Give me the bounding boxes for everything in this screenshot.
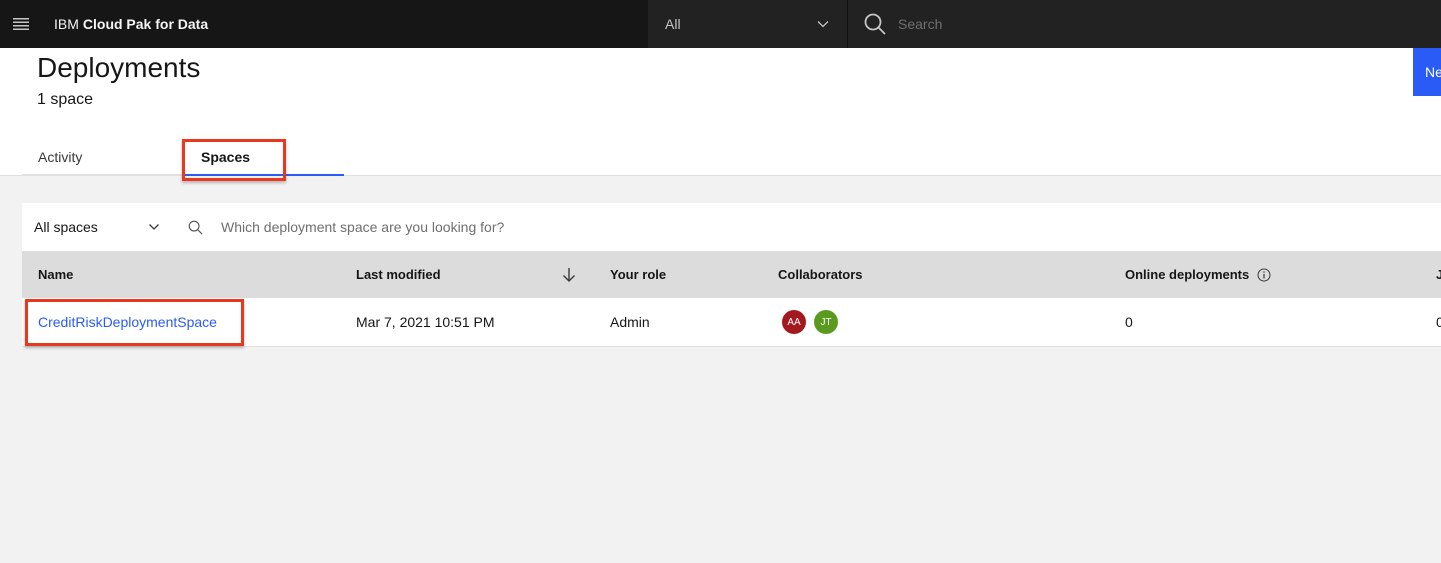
search-scope-dropdown[interactable]: All: [648, 0, 848, 48]
chevron-down-icon: [149, 224, 159, 230]
brand-product: Cloud Pak for Data: [82, 16, 209, 32]
brand-prefix: IBM: [54, 16, 79, 32]
tab-spaces-label: Spaces: [201, 149, 251, 165]
space-search-input[interactable]: Which deployment space are you looking f…: [172, 219, 504, 235]
page-title: Deployments: [37, 52, 201, 83]
spaces-filter-dropdown[interactable]: All spaces: [22, 219, 172, 235]
space-count: 1 space: [37, 91, 94, 108]
spaces-toolbar: All spaces Which deployment space are yo…: [22, 203, 1441, 251]
hamburger-menu-button[interactable]: [0, 0, 42, 48]
column-header-collaborators[interactable]: Collaborators: [778, 267, 863, 282]
avatar[interactable]: JT: [814, 310, 838, 334]
column-header-your-role[interactable]: Your role: [610, 267, 666, 282]
info-icon[interactable]: [1257, 268, 1271, 282]
column-header-last-modified[interactable]: Last modified: [356, 267, 441, 282]
online-deployments-value: 0: [1125, 314, 1133, 330]
chevron-down-icon: [817, 21, 829, 28]
column-header-online-deployments[interactable]: Online deployments: [1125, 267, 1271, 282]
spaces-table: Name Last modified Your role Collaborato…: [22, 251, 1441, 347]
column-header-truncated[interactable]: J: [1436, 267, 1441, 282]
truncated-column-value: 0: [1436, 314, 1441, 330]
scope-selected-value: All: [665, 16, 681, 32]
arrow-down-icon: [563, 267, 575, 282]
online-deployments-label: Online deployments: [1125, 267, 1250, 282]
global-search-input[interactable]: Search: [848, 0, 1441, 48]
table-row: CreditRiskDeploymentSpace Mar 7, 2021 10…: [22, 298, 1441, 347]
top-header: IBM Cloud Pak for Data All Search: [0, 0, 1441, 48]
tab-activity[interactable]: Activity: [22, 144, 183, 176]
sort-descending-button[interactable]: [562, 267, 576, 283]
new-deployment-space-button[interactable]: Ne: [1413, 48, 1441, 96]
avatar[interactable]: AA: [782, 310, 806, 334]
new-button-label: Ne: [1425, 64, 1441, 80]
table-header-row: Name Last modified Your role Collaborato…: [22, 251, 1441, 298]
space-name-link[interactable]: CreditRiskDeploymentSpace: [38, 314, 217, 330]
role-value: Admin: [610, 314, 650, 330]
product-brand[interactable]: IBM Cloud Pak for Data: [42, 0, 648, 48]
last-modified-value: Mar 7, 2021 10:51 PM: [356, 314, 495, 330]
tab-activity-label: Activity: [38, 149, 83, 165]
menu-icon: [13, 18, 29, 30]
tab-list: Activity Spaces: [22, 144, 344, 176]
spaces-filter-value: All spaces: [34, 219, 98, 235]
column-header-name[interactable]: Name: [38, 267, 73, 282]
search-icon: [188, 220, 203, 234]
space-search-placeholder: Which deployment space are you looking f…: [221, 219, 505, 235]
page-header: Deployments 1 space Ne Activity Spaces: [0, 48, 1441, 176]
search-icon: [864, 13, 886, 35]
tab-spaces[interactable]: Spaces: [183, 144, 344, 176]
global-search-placeholder: Search: [898, 16, 943, 32]
collaborators-list: AA JT: [782, 310, 846, 334]
